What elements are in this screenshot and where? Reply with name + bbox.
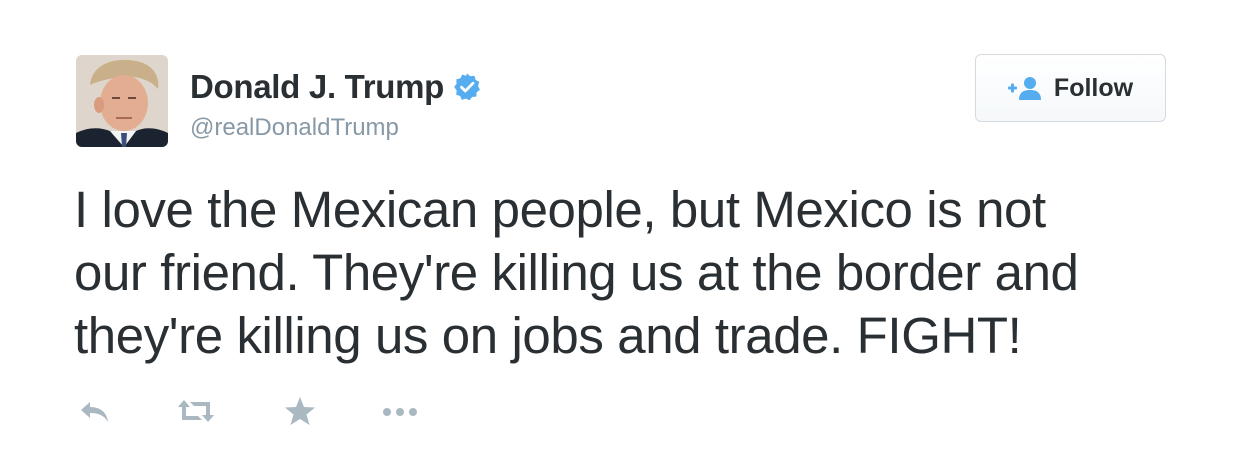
verified-badge-icon	[454, 73, 480, 101]
more-icon	[383, 408, 417, 416]
favorite-icon	[285, 397, 315, 425]
add-user-icon	[1007, 77, 1041, 100]
more-button[interactable]	[380, 396, 420, 426]
follow-button-label: Follow	[1053, 73, 1134, 102]
tweet-text-line: they're killing us on jobs and trade. FI…	[74, 307, 1022, 364]
tweet-text-line: our friend. They're killing us at the bo…	[74, 244, 1079, 301]
avatar[interactable]	[76, 55, 168, 147]
retweet-button[interactable]	[176, 396, 216, 426]
follow-button[interactable]: Follow	[975, 54, 1166, 122]
reply-icon	[81, 402, 108, 422]
tweet-text: I love the Mexican people, but Mexico is…	[74, 178, 1214, 367]
avatar-image	[76, 55, 168, 147]
tweet-text-line: I love the Mexican people, but Mexico is…	[74, 181, 1046, 238]
retweet-icon	[178, 400, 214, 422]
author-handle[interactable]: @realDonaldTrump	[190, 114, 399, 142]
favorite-button[interactable]	[284, 396, 316, 426]
tweet-card: Donald J. Trump @realDonaldTrump Follow …	[0, 0, 1243, 450]
author-display-name[interactable]: Donald J. Trump	[190, 68, 444, 106]
reply-button[interactable]	[78, 396, 112, 426]
author-name-row[interactable]: Donald J. Trump	[190, 68, 482, 106]
